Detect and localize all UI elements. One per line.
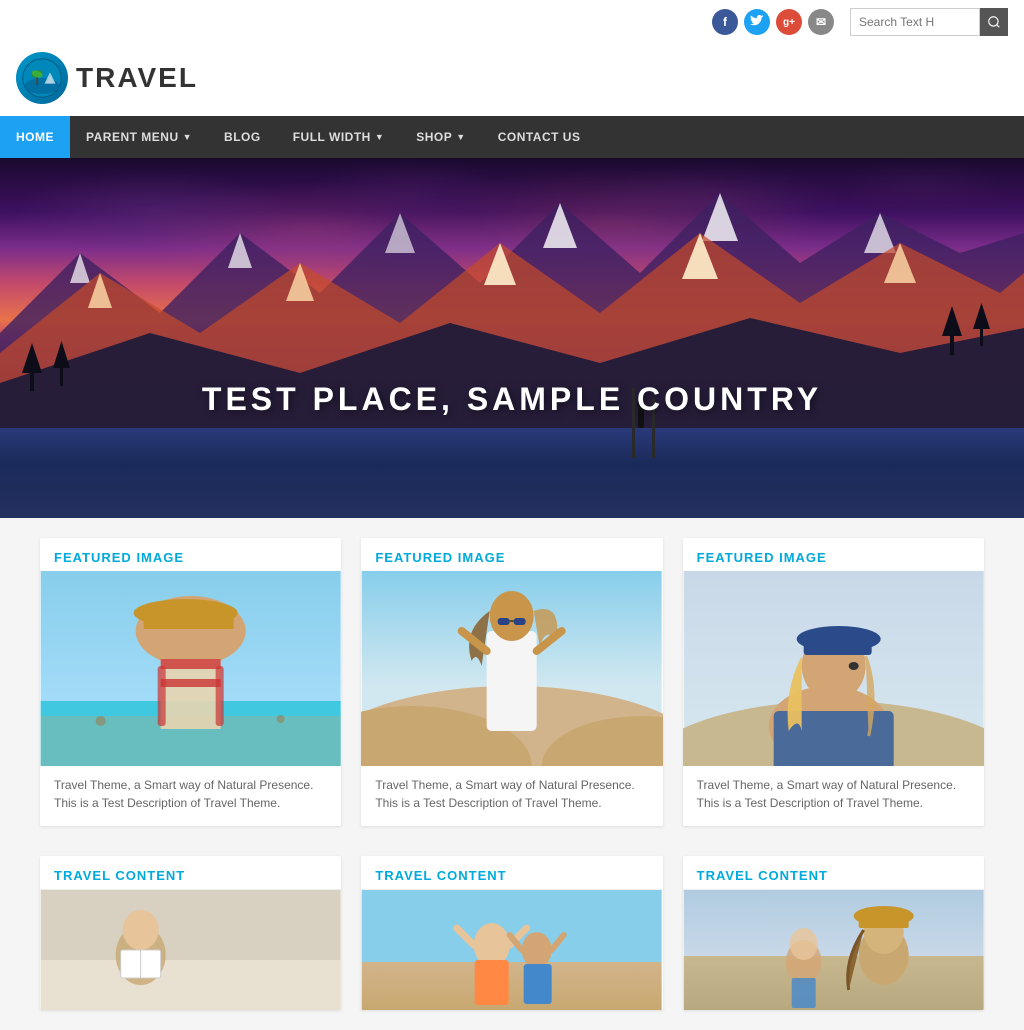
featured-card-2: FEATURED IMAGE (361, 538, 662, 826)
content-card-2: TRAVEL CONTENT (361, 856, 662, 1010)
facebook-icon[interactable]: f (712, 9, 738, 35)
social-icons: f g+ ✉ (712, 9, 834, 35)
featured-card-1: FEATURED IMAGE (40, 538, 341, 826)
hero-background (0, 158, 1024, 518)
nav-shop[interactable]: SHOP ▼ (400, 116, 481, 158)
card-1-label-color: IMAGE (136, 550, 184, 565)
featured-cards-grid: FEATURED IMAGE (40, 538, 984, 826)
logo[interactable]: TRAVEL (16, 52, 198, 104)
content-2-header: TRAVEL CONTENT (361, 856, 662, 890)
content-3-label-color: CONTENT (758, 868, 828, 883)
featured-section: FEATURED IMAGE (0, 518, 1024, 846)
content-1-image (40, 890, 341, 1010)
search-bar[interactable] (850, 8, 1008, 36)
content-3-label-static: TRAVEL (697, 868, 758, 883)
content-3-image (683, 890, 984, 1010)
card-2-label-static: FEATURED (375, 550, 457, 565)
content-card-3: TRAVEL CONTENT (683, 856, 984, 1010)
featured-card-3: FEATURED IMAGE (683, 538, 984, 826)
card-3-label-static: FEATURED (697, 550, 779, 565)
nav-home[interactable]: HOME (0, 116, 70, 158)
content-2-image (361, 890, 662, 1010)
content-1-label-color: CONTENT (115, 868, 185, 883)
content-cards-grid: TRAVEL CONTENT TRAVEL CONTENT (40, 856, 984, 1010)
card-3-description: Travel Theme, a Smart way of Natural Pre… (683, 766, 984, 826)
search-input[interactable] (850, 8, 980, 36)
card-1-header: FEATURED IMAGE (40, 538, 341, 571)
card-3-image (683, 571, 984, 766)
card-3-header: FEATURED IMAGE (683, 538, 984, 571)
card-2-header: FEATURED IMAGE (361, 538, 662, 571)
card-1-description: Travel Theme, a Smart way of Natural Pre… (40, 766, 341, 826)
header: TRAVEL (0, 44, 1024, 116)
search-button[interactable] (980, 8, 1008, 36)
logo-icon (16, 52, 68, 104)
content-3-header: TRAVEL CONTENT (683, 856, 984, 890)
logo-text: TRAVEL (76, 62, 198, 94)
card-1-image (40, 571, 341, 766)
nav-full-width[interactable]: FULL WIDTH ▼ (277, 116, 401, 158)
card-2-image (361, 571, 662, 766)
googleplus-icon[interactable]: g+ (776, 9, 802, 35)
content-2-label-static: TRAVEL (375, 868, 436, 883)
card-2-label-color: IMAGE (458, 550, 506, 565)
content-section: TRAVEL CONTENT TRAVEL CONTENT (0, 846, 1024, 1030)
nav-contact[interactable]: CONTACT US (482, 116, 597, 158)
card-1-label-static: FEATURED (54, 550, 136, 565)
top-bar: f g+ ✉ (0, 0, 1024, 44)
hero-section: TEST PLACE, SAMPLE COUNTRY (0, 158, 1024, 518)
content-1-header: TRAVEL CONTENT (40, 856, 341, 890)
nav-blog[interactable]: BLOG (208, 116, 277, 158)
navigation: HOME PARENT MENU ▼ BLOG FULL WIDTH ▼ SHO… (0, 116, 1024, 158)
card-3-label-color: IMAGE (779, 550, 827, 565)
water-reflection (0, 428, 1024, 518)
content-1-label-static: TRAVEL (54, 868, 115, 883)
twitter-icon[interactable] (744, 9, 770, 35)
email-icon[interactable]: ✉ (808, 9, 834, 35)
hero-title: TEST PLACE, SAMPLE COUNTRY (202, 381, 822, 418)
nav-parent-menu[interactable]: PARENT MENU ▼ (70, 116, 208, 158)
content-card-1: TRAVEL CONTENT (40, 856, 341, 1010)
card-2-description: Travel Theme, a Smart way of Natural Pre… (361, 766, 662, 826)
content-2-label-color: CONTENT (437, 868, 507, 883)
